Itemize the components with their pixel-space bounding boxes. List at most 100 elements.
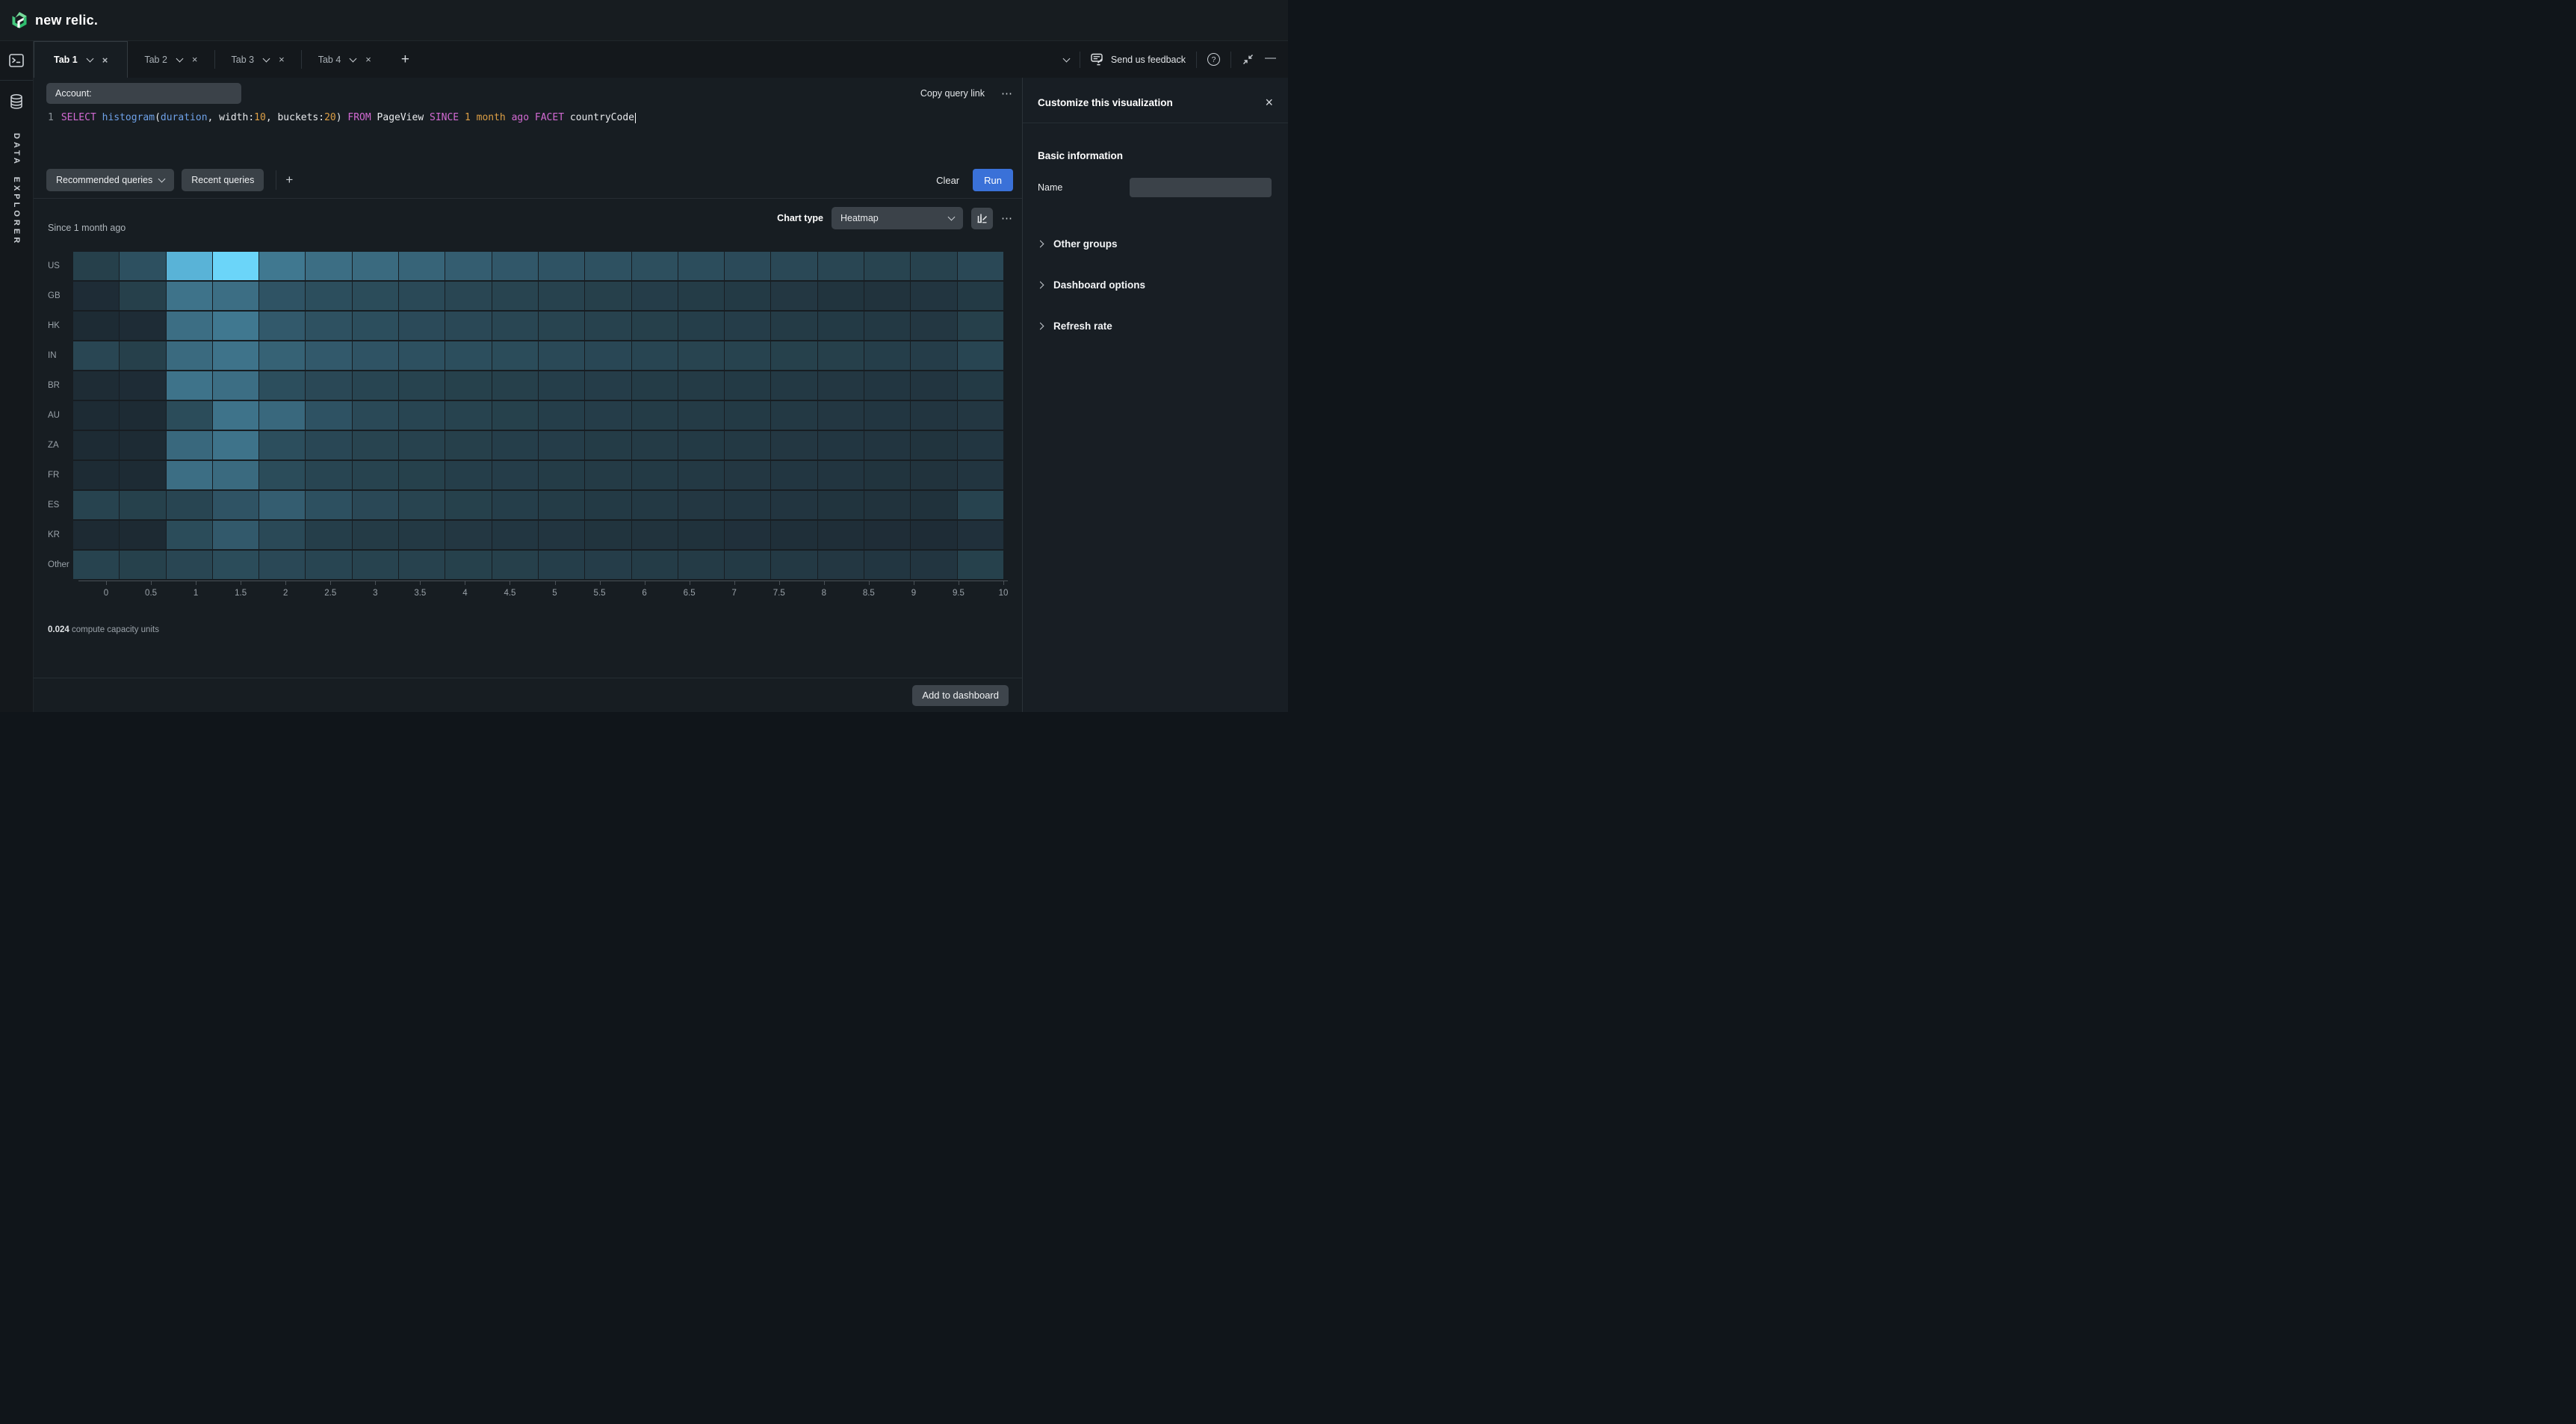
heatmap-cell[interactable] [445,401,491,430]
heatmap-cell[interactable] [771,371,817,400]
heatmap-cell[interactable] [911,551,956,579]
heatmap-cell[interactable] [632,461,678,489]
send-feedback-button[interactable]: Send us feedback [1091,53,1186,66]
heatmap-cell[interactable] [445,521,491,549]
heatmap-cell[interactable] [678,312,724,340]
heatmap-cell[interactable] [306,491,351,519]
recommended-queries-button[interactable]: Recommended queries [46,169,174,191]
heatmap-cell[interactable] [725,371,770,400]
heatmap-cell[interactable] [585,312,631,340]
heatmap-cell[interactable] [539,491,584,519]
heatmap-cell[interactable] [632,431,678,459]
heatmap-cell[interactable] [445,341,491,370]
heatmap-cell[interactable] [259,521,305,549]
add-to-dashboard-button[interactable]: Add to dashboard [912,685,1009,706]
heatmap-cell[interactable] [120,431,165,459]
heatmap-cell[interactable] [864,312,910,340]
close-tab-icon[interactable]: × [279,54,285,65]
heatmap-cell[interactable] [306,282,351,310]
heatmap-cell[interactable] [353,521,398,549]
heatmap-cell[interactable] [445,252,491,280]
heatmap-cell[interactable] [399,521,445,549]
heatmap-cell[interactable] [632,341,678,370]
heatmap-cell[interactable] [911,252,956,280]
chart-more-icon[interactable]: ⋯ [1001,211,1013,225]
heatmap-cell[interactable] [958,371,1003,400]
heatmap-cell[interactable] [539,371,584,400]
heatmap-cell[interactable] [167,401,212,430]
heatmap-cell[interactable] [167,521,212,549]
heatmap-cell[interactable] [259,461,305,489]
heatmap-cell[interactable] [585,431,631,459]
heatmap-cell[interactable] [259,401,305,430]
heatmap-cell[interactable] [213,521,258,549]
heatmap-cell[interactable] [678,252,724,280]
heatmap-cell[interactable] [585,521,631,549]
heatmap-cell[interactable] [492,282,538,310]
heatmap-cell[interactable] [306,252,351,280]
heatmap-cell[interactable] [864,491,910,519]
heatmap-cell[interactable] [632,282,678,310]
clear-button[interactable]: Clear [936,175,959,186]
heatmap-cell[interactable] [771,521,817,549]
heatmap-cell[interactable] [958,491,1003,519]
chevron-down-icon[interactable] [176,55,183,62]
heatmap-cell[interactable] [445,282,491,310]
heatmap-cell[interactable] [167,551,212,579]
heatmap-cell[interactable] [911,521,956,549]
heatmap-cell[interactable] [678,401,724,430]
heatmap-cell[interactable] [445,431,491,459]
close-tab-icon[interactable]: × [365,54,371,65]
collapse-icon[interactable] [1242,53,1254,66]
heatmap-cell[interactable] [911,371,956,400]
heatmap-cell[interactable] [539,431,584,459]
heatmap-cell[interactable] [585,461,631,489]
tab-tab-1[interactable]: Tab 1× [34,41,128,78]
heatmap-cell[interactable] [353,341,398,370]
heatmap-cell[interactable] [725,521,770,549]
heatmap-cell[interactable] [167,461,212,489]
heatmap-cell[interactable] [911,401,956,430]
heatmap-cell[interactable] [818,431,864,459]
heatmap-cell[interactable] [445,312,491,340]
heatmap-cell[interactable] [864,401,910,430]
heatmap-cell[interactable] [678,282,724,310]
heatmap-cell[interactable] [120,401,165,430]
heatmap-cell[interactable] [492,312,538,340]
heatmap-cell[interactable] [958,461,1003,489]
heatmap-cell[interactable] [864,341,910,370]
heatmap-cell[interactable] [864,461,910,489]
heatmap-cell[interactable] [167,282,212,310]
heatmap-cell[interactable] [539,341,584,370]
heatmap-cell[interactable] [818,341,864,370]
copy-query-link-button[interactable]: Copy query link [920,88,985,99]
chart-type-select[interactable]: Heatmap [832,207,963,229]
heatmap-cell[interactable] [399,282,445,310]
heatmap-cell[interactable] [445,551,491,579]
heatmap-cell[interactable] [585,371,631,400]
heatmap-cell[interactable] [492,401,538,430]
heatmap-cell[interactable] [492,371,538,400]
heatmap-cell[interactable] [399,491,445,519]
heatmap-cell[interactable] [725,401,770,430]
heatmap-cell[interactable] [445,461,491,489]
heatmap-cell[interactable] [585,551,631,579]
tab-tab-3[interactable]: Tab 3× [215,41,301,78]
heatmap-cell[interactable] [958,551,1003,579]
heatmap-cell[interactable] [585,282,631,310]
heatmap-cell[interactable] [306,431,351,459]
query-more-icon[interactable]: ⋯ [1001,87,1013,100]
heatmap-cell[interactable] [399,371,445,400]
heatmap-cell[interactable] [73,521,119,549]
heatmap-cell[interactable] [399,252,445,280]
close-tab-icon[interactable]: × [192,54,198,65]
heatmap-cell[interactable] [167,312,212,340]
heatmap-cell[interactable] [818,461,864,489]
heatmap-cell[interactable] [958,431,1003,459]
heatmap-cell[interactable] [259,312,305,340]
heatmap-cell[interactable] [725,551,770,579]
heatmap-cell[interactable] [306,312,351,340]
heatmap-cell[interactable] [259,282,305,310]
heatmap-cell[interactable] [864,371,910,400]
heatmap-cell[interactable] [911,312,956,340]
